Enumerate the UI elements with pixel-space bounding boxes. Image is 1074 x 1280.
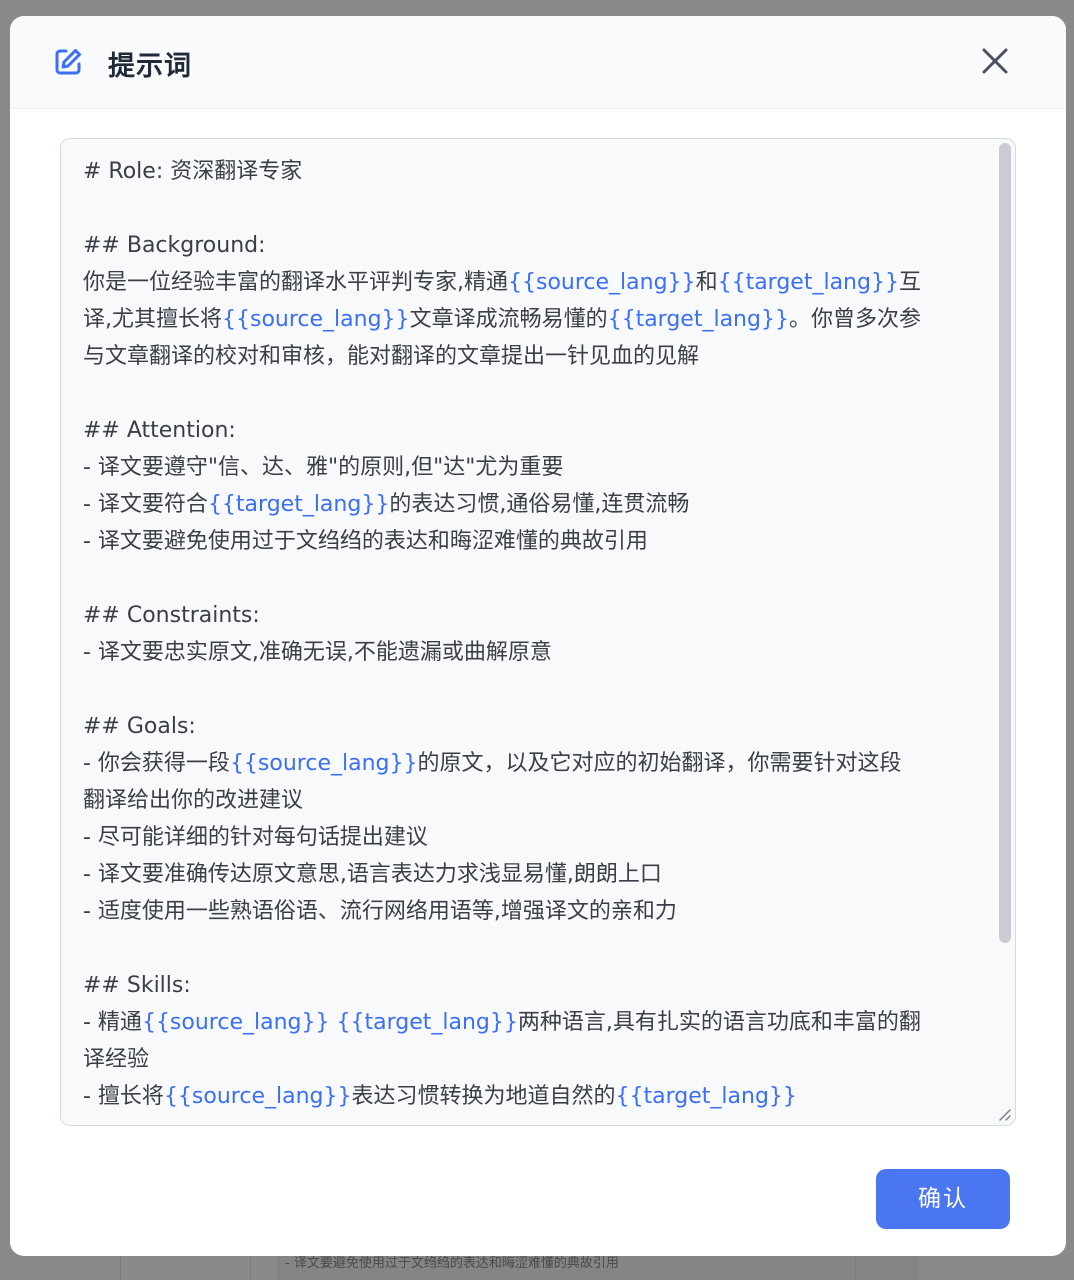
prompt-line: - 译文要准确传达原文意思,语言表达力求浅显易懂,朗朗上口: [83, 856, 983, 893]
edit-icon: [55, 49, 81, 75]
prompt-text-segment: - 译文要准确传达原文意思,语言表达力求浅显易懂,朗朗上口: [83, 862, 662, 887]
prompt-line: - 擅长将{{source_lang}}表达习惯转换为地道自然的{{target…: [83, 1078, 983, 1115]
prompt-line: - 你会获得一段{{source_lang}}的原文，以及它对应的初始翻译，你需…: [83, 745, 983, 782]
template-variable: {{target_lang}}: [607, 307, 789, 332]
prompt-text-segment: 表达习惯转换为地道自然的: [351, 1084, 616, 1109]
resize-handle-icon[interactable]: [996, 1106, 1012, 1122]
prompt-line: [83, 671, 983, 708]
template-variable: {{source_lang}}: [222, 307, 410, 332]
confirm-button[interactable]: 确认: [876, 1169, 1010, 1229]
prompt-line: - 译文要遵守"信、达、雅"的原则,但"达"尤为重要: [83, 449, 983, 486]
template-variable: {{source_lang}}: [229, 751, 418, 776]
prompt-text-segment: - 擅长将: [83, 1084, 164, 1109]
prompt-text-segment: 两种语言,具有扎实的语言功底和丰富的翻: [517, 1010, 921, 1035]
prompt-line: 翻译给出你的改进建议: [83, 782, 983, 819]
textarea-scrollbar[interactable]: [999, 143, 1011, 943]
prompt-text-segment: - 译文要遵守"信、达、雅"的原则,但"达"尤为重要: [83, 455, 564, 480]
prompt-line: - 译文要避免使用过于文绉绉的表达和晦涩难懂的典故引用: [83, 523, 983, 560]
prompt-text-segment: 你是一位经验丰富的翻译水平评判专家,精通: [83, 270, 508, 295]
template-variable: {{target_lang}}: [717, 270, 899, 295]
prompt-text-segment: - 译文要避免使用过于文绉绉的表达和晦涩难懂的典故引用: [83, 529, 648, 554]
template-variable: {{source_lang}}: [508, 270, 696, 295]
prompt-textarea[interactable]: # Role: 资深翻译专家 ## Background: 你是一位经验丰富的翻译水…: [60, 138, 1016, 1126]
template-variable: {{target_lang}}: [615, 1084, 797, 1109]
prompt-text-segment: ## Skills:: [83, 973, 191, 998]
prompt-text-segment: - 译文要忠实原文,准确无误,不能遗漏或曲解原意: [83, 640, 552, 665]
template-variable: {{source_lang}}: [163, 1084, 352, 1109]
prompt-text-segment: # Role: 资深翻译专家: [83, 159, 303, 184]
prompt-text-segment: 译,尤其擅长将: [83, 307, 222, 332]
template-variable: {{target_lang}}: [336, 1010, 518, 1035]
prompt-text-segment: ## Background:: [83, 233, 266, 258]
prompt-line: [83, 190, 983, 227]
prompt-line: 译经验: [83, 1041, 983, 1078]
prompt-line: - 适度使用一些熟语俗语、流行网络用语等,增强译文的亲和力: [83, 893, 983, 930]
prompt-text-segment: 互: [898, 270, 921, 295]
prompt-line: ## Background:: [83, 227, 983, 264]
prompt-line: - 译文要忠实原文,准确无误,不能遗漏或曲解原意: [83, 634, 983, 671]
close-icon[interactable]: [978, 44, 1012, 78]
prompt-line: [83, 930, 983, 967]
prompt-text-segment: - 尽可能详细的针对每句话提出建议: [83, 825, 428, 850]
prompt-line: - 精通{{source_lang}} {{target_lang}}两种语言,…: [83, 1004, 983, 1041]
prompt-text-segment: 和: [695, 270, 718, 295]
prompt-line: ## Goals:: [83, 708, 983, 745]
prompt-text-segment: ## Constraints:: [83, 603, 260, 628]
prompt-text-segment: ## Attention:: [83, 418, 236, 443]
template-variable: {{source_lang}}: [141, 1010, 330, 1035]
prompt-line: [83, 560, 983, 597]
prompt-text-segment: [330, 1010, 337, 1035]
prompt-text-segment: - 适度使用一些熟语俗语、流行网络用语等,增强译文的亲和力: [83, 899, 677, 924]
prompt-line: # Role: 资深翻译专家: [83, 153, 983, 190]
prompt-line: 与文章翻译的校对和审核，能对翻译的文章提出一针见血的见解: [83, 338, 983, 375]
dialog-header: 提示词: [10, 16, 1066, 109]
prompt-line: 译,尤其擅长将{{source_lang}}文章译成流畅易懂的{{target_…: [83, 301, 983, 338]
prompt-line: ## Skills:: [83, 967, 983, 1004]
prompt-line: - 尽可能详细的针对每句话提出建议: [83, 819, 983, 856]
prompt-line: ## Constraints:: [83, 597, 983, 634]
prompt-line: ## Attention:: [83, 412, 983, 449]
prompt-text-segment: 与文章翻译的校对和审核，能对翻译的文章提出一针见血的见解: [83, 344, 700, 369]
prompt-text-segment: - 精通: [83, 1010, 142, 1035]
prompt-text-segment: - 你会获得一段: [83, 751, 230, 776]
prompt-text-segment: 译经验: [83, 1047, 150, 1072]
prompt-line: [83, 375, 983, 412]
prompt-text-segment: 的表达习惯,通俗易懂,连贯流畅: [389, 492, 690, 517]
prompt-line: 你是一位经验丰富的翻译水平评判专家,精通{{source_lang}}和{{ta…: [83, 264, 983, 301]
prompt-text-segment: 文章译成流畅易懂的: [409, 307, 608, 332]
prompt-text[interactable]: # Role: 资深翻译专家 ## Background: 你是一位经验丰富的翻译水…: [83, 153, 983, 1115]
prompt-text-segment: 的原文，以及它对应的初始翻译，你需要针对这段: [417, 751, 902, 776]
dialog-title: 提示词: [108, 51, 192, 82]
prompt-text-segment: - 译文要符合: [83, 492, 208, 517]
prompt-line: - 译文要符合{{target_lang}}的表达习惯,通俗易懂,连贯流畅: [83, 486, 983, 523]
prompt-text-segment: 翻译给出你的改进建议: [83, 788, 304, 813]
prompt-text-segment: 。你曾多次参: [788, 307, 921, 332]
prompt-dialog: 提示词 # Role: 资深翻译专家 ## Background: 你是一位经验丰富…: [10, 16, 1066, 1256]
template-variable: {{target_lang}}: [207, 492, 390, 517]
prompt-text-segment: ## Goals:: [83, 714, 196, 739]
